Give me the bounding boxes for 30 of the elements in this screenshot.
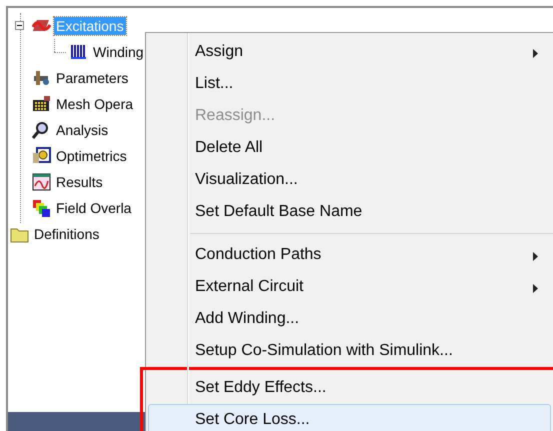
menu-item[interactable]: Add Winding...: [148, 303, 551, 335]
chart-window-icon: [32, 173, 51, 191]
tree-item[interactable]: Mesh Opera: [54, 95, 136, 113]
menu-item[interactable]: List...: [148, 68, 551, 100]
menu-item[interactable]: External Circuit: [148, 271, 551, 303]
submenu-arrow-icon: [533, 284, 538, 293]
menu-item[interactable]: Delete All: [148, 132, 551, 164]
tree-item[interactable]: Analysis: [54, 121, 110, 139]
color-squares-icon: [32, 199, 51, 217]
menu-item[interactable]: Assign: [148, 36, 551, 68]
tree-item[interactable]: Definitions: [32, 224, 102, 244]
menu-item[interactable]: Set Eddy Effects...: [148, 372, 551, 404]
gear-window-icon: [32, 147, 51, 165]
tree-item[interactable]: Parameters: [54, 69, 130, 87]
wrench-icon: [32, 69, 51, 87]
magnifier-icon: [32, 121, 51, 139]
tree-item[interactable]: Optimetrics: [54, 147, 129, 165]
coil-icon: [69, 43, 88, 61]
submenu-arrow-icon: [533, 252, 538, 261]
tree-item[interactable]: Results: [54, 173, 105, 191]
collapse-toggle[interactable]: [15, 21, 24, 30]
menu-item[interactable]: Set Default Base Name: [148, 196, 551, 228]
tree-item[interactable]: Winding: [91, 43, 146, 61]
mesh-grid-icon: [32, 95, 51, 113]
submenu-arrow-icon: [533, 49, 538, 58]
menu-item[interactable]: Set Core Loss...: [148, 404, 551, 431]
menu-item[interactable]: Conduction Paths: [148, 239, 551, 271]
menu-item[interactable]: Visualization...: [148, 164, 551, 196]
tree-item[interactable]: Field Overla: [54, 199, 134, 217]
menu-item[interactable]: Setup Co-Simulation with Simulink...: [148, 335, 551, 367]
